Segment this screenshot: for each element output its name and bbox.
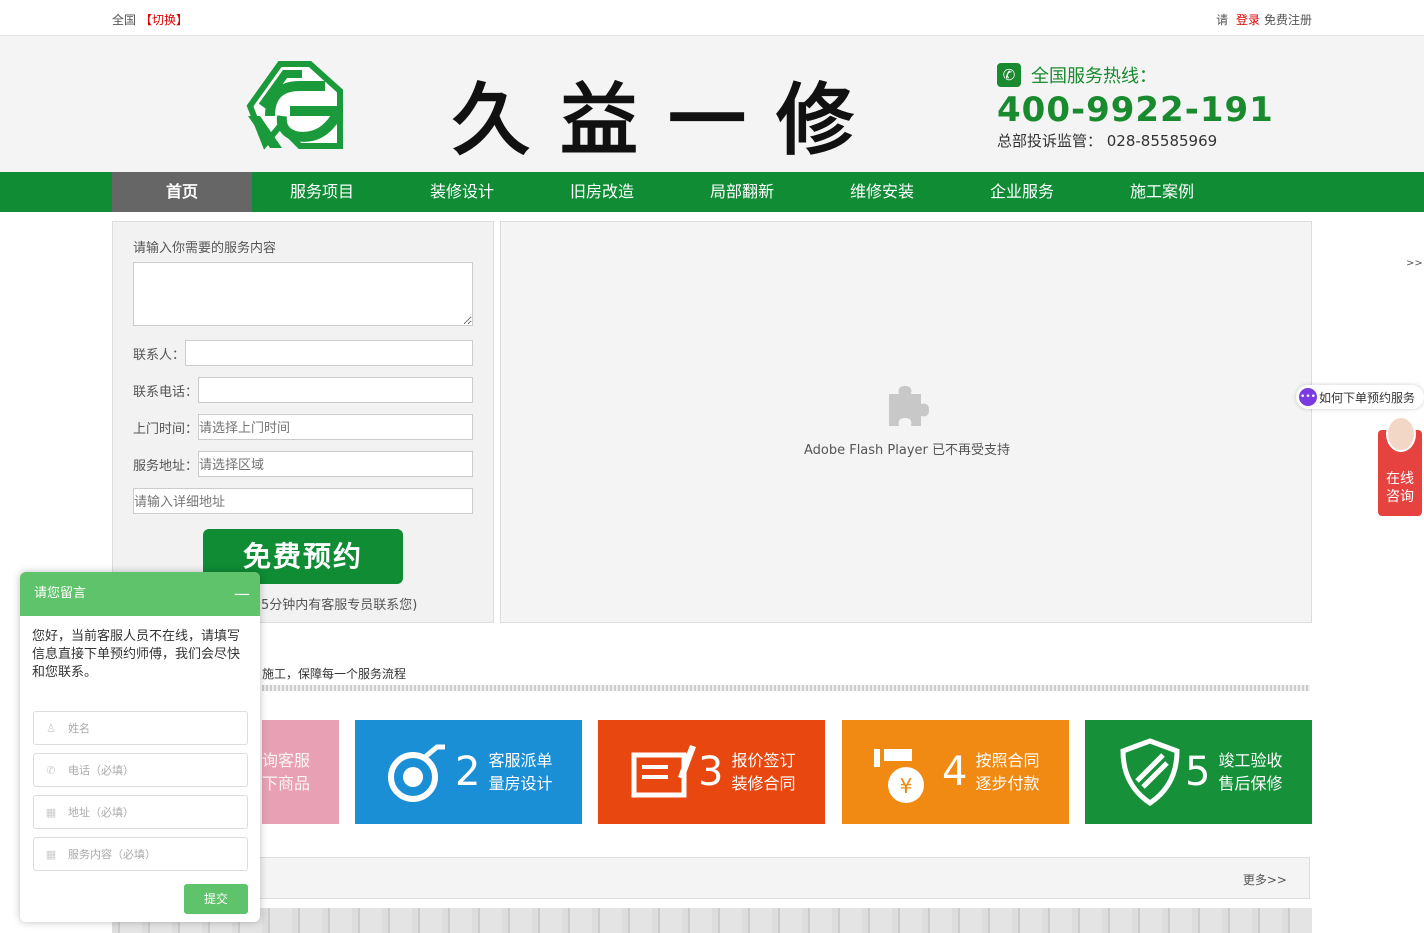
phone-icon: ✆ [46, 763, 56, 777]
chat-address-field[interactable]: ▦ 地址（必填） [33, 795, 248, 829]
hotline-label: 全国服务热线： [1031, 66, 1157, 87]
chat-phone-field[interactable]: ✆ 电话（必填） [33, 753, 248, 787]
flash-banner: Adobe Flash Player 已不再受支持 [500, 221, 1312, 623]
online-text-2: 咨询 [1386, 489, 1414, 505]
process-divider [262, 685, 1310, 691]
chat-title: 请您留言 [34, 586, 87, 601]
step-3-number: 3 [698, 749, 724, 795]
hotline-block: ✆ 全国服务热线： 400-9922-191 总部投诉监管： 028-855859… [997, 62, 1274, 151]
step-2-number: 2 [455, 749, 481, 795]
form-note: 5分钟内有客服专员联系您) [261, 598, 418, 613]
step-5-number: 5 [1185, 749, 1211, 795]
process-step-2[interactable]: 2 客服派单量房设计 [355, 720, 582, 824]
shield-icon [1120, 738, 1180, 807]
chat-name-field[interactable]: ♙ 姓名 [33, 711, 248, 745]
chat-content-placeholder: 服务内容（必填） [68, 848, 156, 861]
svg-text:¥: ¥ [900, 774, 913, 798]
process-step-1[interactable]: 询客服 下商品 [262, 720, 339, 824]
phone-icon: ✆ [997, 63, 1021, 87]
register-link[interactable]: 免费注册 [1264, 13, 1312, 27]
service-area-input[interactable] [198, 451, 473, 477]
phone-label: 联系电话： [133, 384, 199, 400]
account-links: 请 登录 免费注册 [1216, 11, 1312, 28]
service-area-label: 服务地址： [133, 458, 199, 474]
step-2-line1: 客服派单 [488, 751, 553, 770]
site-header: 久益一修 ✆ 全国服务热线： 400-9922-191 总部投诉监管： 028-8… [0, 36, 1424, 172]
contact-label: 联系人： [133, 347, 186, 363]
flash-unsupported-message: Adobe Flash Player 已不再受支持 [803, 443, 1011, 458]
nav-services[interactable]: 服务项目 [252, 172, 392, 212]
agent-avatar [1386, 416, 1416, 452]
money-bag-icon: ¥ [874, 749, 924, 803]
step-3-line2: 装修合同 [731, 774, 796, 793]
nav-cases[interactable]: 施工案例 [1092, 172, 1232, 212]
chat-bubble-icon: ••• [1299, 388, 1317, 406]
booking-form: 请输入你需要的服务内容 联系人： 联系电话： 上门时间： 服务地址： 免费预约 … [112, 221, 494, 623]
detail-address-input[interactable] [133, 488, 473, 514]
online-consult-button[interactable]: 在线 咨询 [1378, 416, 1422, 516]
chat-submit-button[interactable]: 提交 [184, 884, 248, 914]
form-title: 请输入你需要的服务内容 [133, 241, 277, 256]
nav-home[interactable]: 首页 [112, 172, 252, 212]
grid-icon: ▦ [45, 805, 57, 819]
region-switch-link[interactable]: 【切换】 [140, 13, 188, 27]
nav-design[interactable]: 装修设计 [392, 172, 532, 212]
step-1-line1: 询客服 [262, 751, 311, 770]
process-description: 施工，保障每一个服务流程 [262, 667, 407, 681]
step-4-line1: 按照合同 [975, 751, 1040, 770]
process-step-3[interactable]: 3 报价签订装修合同 [598, 720, 825, 824]
grid-icon: ▦ [45, 847, 57, 861]
step-4-number: 4 [942, 749, 968, 795]
contract-icon [631, 745, 696, 798]
chat-header: 请您留言 — [20, 572, 260, 616]
nav-partial-refurbish[interactable]: 局部翻新 [672, 172, 812, 212]
contact-input[interactable] [185, 340, 473, 366]
side-expand-arrows[interactable]: >> [1406, 258, 1423, 269]
leave-message-widget: 请您留言 — 您好，当前客服人员不在线，请填写信息直接下单预约师傅，我们会尽快和… [20, 572, 260, 922]
section-header-bar: 更多>> [112, 857, 1310, 899]
step-2-line2: 量房设计 [488, 774, 553, 793]
process-step-5[interactable]: 5 竣工验收售后保修 [1085, 720, 1312, 824]
chat-content-field[interactable]: ▦ 服务内容（必填） [33, 837, 248, 871]
measuring-tape-icon [388, 744, 445, 802]
chat-message: 您好，当前客服人员不在线，请填写信息直接下单预约师傅，我们会尽快和您联系。 [32, 629, 241, 680]
top-bar: 全国 【切换】 请 登录 免费注册 [0, 0, 1424, 36]
nav-repair[interactable]: 维修安装 [812, 172, 952, 212]
chat-address-placeholder: 地址（必填） [68, 806, 134, 819]
nav-enterprise[interactable]: 企业服务 [952, 172, 1092, 212]
nav-renovation[interactable]: 旧房改造 [532, 172, 672, 212]
minimize-icon[interactable]: — [234, 572, 250, 616]
step-4-line2: 逐步付款 [975, 774, 1040, 793]
case-images-strip [112, 908, 1312, 933]
chat-phone-placeholder: 电话（必填） [68, 764, 134, 777]
plugin-puzzle-icon [889, 386, 929, 426]
online-text-1: 在线 [1386, 471, 1414, 487]
main-nav: 首页 服务项目 装修设计 旧房改造 局部翻新 维修安装 企业服务 施工案例 [0, 172, 1424, 212]
step-5-line1: 竣工验收 [1218, 751, 1283, 770]
how-to-order-bubble[interactable]: ••• 如何下单预约服务 [1296, 385, 1424, 409]
user-icon: ♙ [46, 721, 56, 735]
brand-name: 久益一修 [452, 76, 885, 166]
logo-icon[interactable] [240, 56, 350, 156]
visit-time-input[interactable] [198, 414, 473, 440]
hotline-number: 400-9922-191 [997, 90, 1274, 130]
more-link[interactable]: 更多>> [1243, 871, 1287, 888]
step-1-line2: 下商品 [262, 774, 311, 793]
visit-time-label: 上门时间： [133, 421, 199, 437]
phone-input[interactable] [198, 377, 473, 403]
login-link[interactable]: 登录 [1236, 13, 1260, 27]
process-step-4[interactable]: ¥ 4 按照合同逐步付款 [842, 720, 1069, 824]
region-selector: 全国 【切换】 [112, 11, 188, 28]
service-content-textarea[interactable] [133, 262, 473, 326]
step-5-line2: 售后保修 [1218, 774, 1283, 793]
please-text: 请 [1216, 13, 1229, 27]
region-label: 全国 [112, 13, 137, 27]
step-3-line1: 报价签订 [731, 751, 796, 770]
chat-name-placeholder: 姓名 [68, 722, 90, 735]
how-to-order-text: 如何下单预约服务 [1319, 390, 1416, 405]
supervision-phone: 总部投诉监管： 028-85585969 [997, 132, 1218, 150]
